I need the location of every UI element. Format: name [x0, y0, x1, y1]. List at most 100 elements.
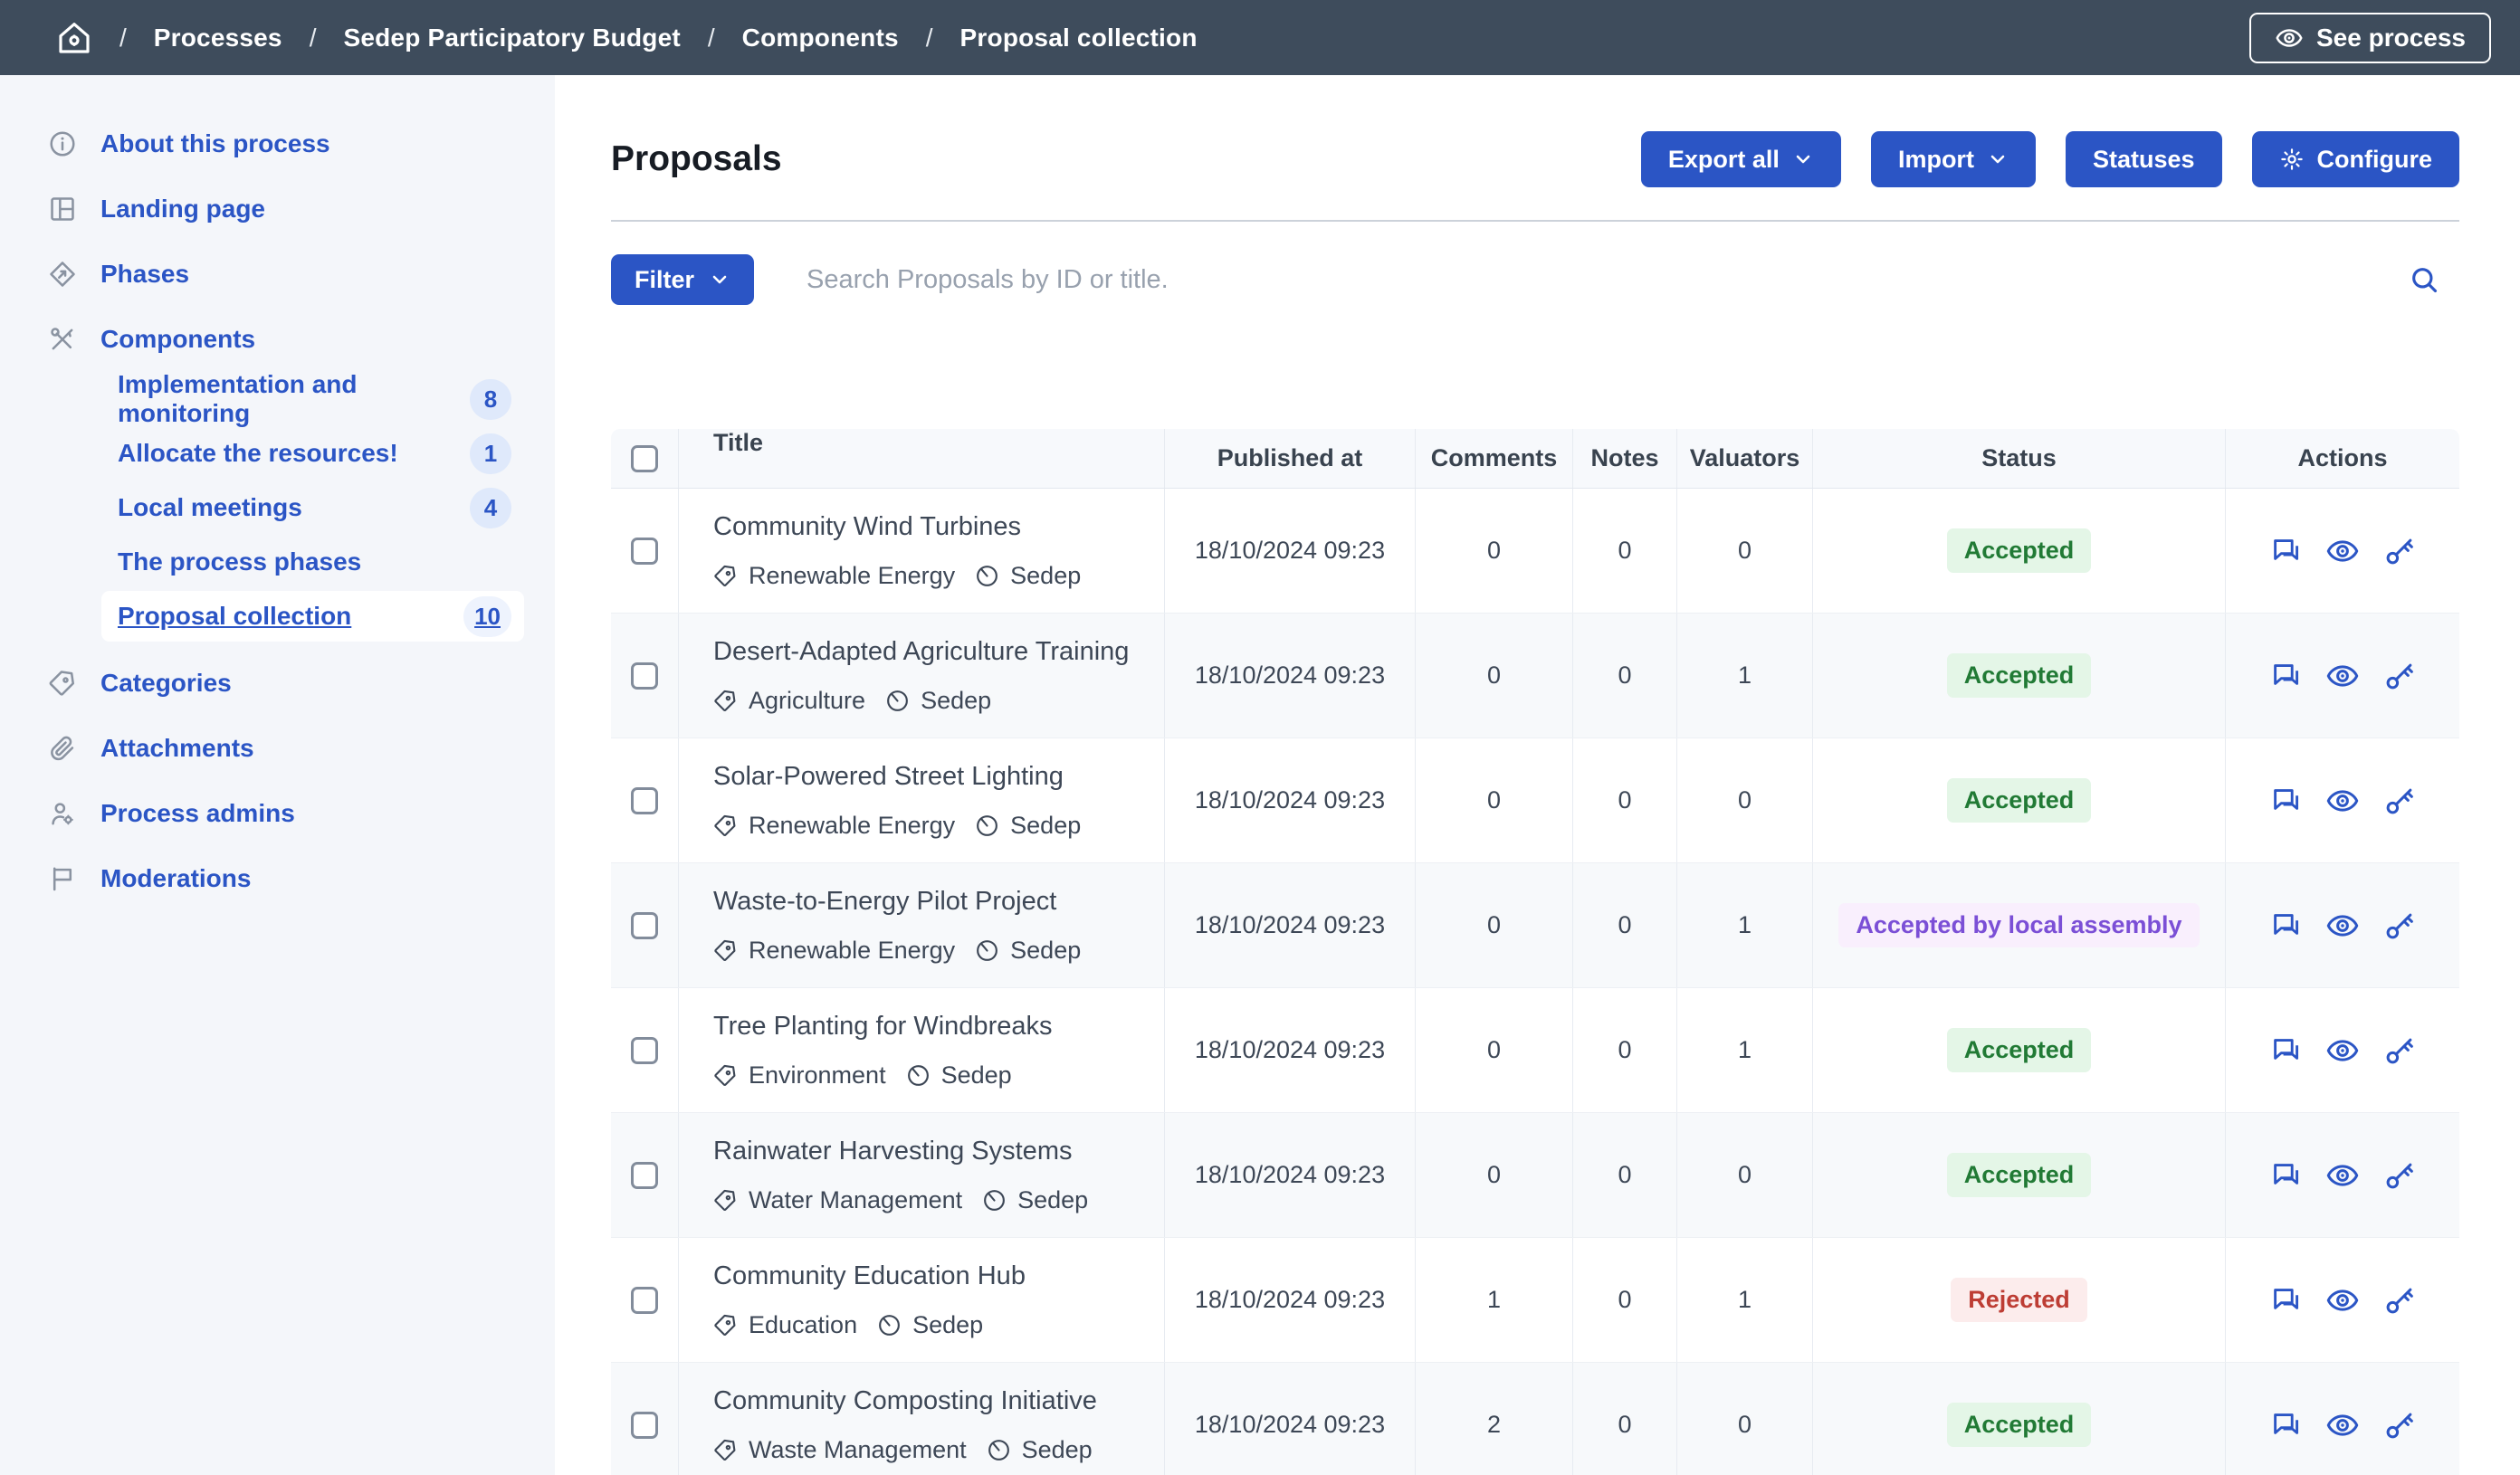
show-proposal-eye-icon[interactable] [2325, 1408, 2360, 1442]
table-row: Tree Planting for Windbreaks Environment… [611, 988, 2459, 1113]
permissions-key-icon[interactable] [2383, 535, 2416, 567]
scope-icon [877, 1313, 902, 1337]
comments-count-cell: 0 [1416, 1113, 1573, 1237]
proposal-title-link[interactable]: Solar-Powered Street Lighting [713, 762, 1064, 792]
proposal-category: Water Management [749, 1186, 962, 1214]
sidebar-item-phases[interactable]: Phases [0, 242, 555, 307]
row-select-cell [611, 738, 679, 862]
proposal-category: Renewable Energy [749, 812, 955, 840]
permissions-key-icon[interactable] [2383, 1034, 2416, 1067]
search-input[interactable] [807, 265, 2403, 295]
show-proposal-eye-icon[interactable] [2325, 909, 2360, 943]
proposal-title-cell: Tree Planting for Windbreaks Environment… [679, 988, 1165, 1112]
permissions-key-icon[interactable] [2383, 785, 2416, 817]
status-cell: Accepted [1813, 738, 2226, 862]
proposal-title-link[interactable]: Waste-to-Energy Pilot Project [713, 887, 1056, 917]
breadcrumb-components[interactable]: Components [742, 24, 899, 52]
tag-icon [713, 1063, 738, 1088]
breadcrumb-separator: / [708, 24, 715, 52]
show-proposal-eye-icon[interactable] [2325, 784, 2360, 818]
components-sub-list: Implementation and monitoring 8 Allocate… [0, 372, 555, 651]
status-badge: Accepted [1947, 653, 2092, 698]
scope-icon [885, 689, 910, 713]
select-all-checkbox[interactable] [631, 445, 658, 472]
sidebar-component-item[interactable]: Allocate the resources! 1 [101, 428, 524, 479]
export-all-button[interactable]: Export all [1641, 131, 1841, 187]
published-at-cell: 18/10/2024 09:23 [1165, 738, 1416, 862]
breadcrumb-process-name[interactable]: Sedep Participatory Budget [343, 24, 680, 52]
scope-icon [975, 814, 999, 838]
proposal-scope: Sedep [1010, 812, 1081, 840]
proposal-title-link[interactable]: Community Education Hub [713, 1261, 1026, 1291]
table-row: Waste-to-Energy Pilot Project Renewable … [611, 863, 2459, 988]
show-proposal-eye-icon[interactable] [2325, 1033, 2360, 1068]
proposal-meta: Environment Sedep [713, 1061, 1012, 1090]
answer-proposal-icon[interactable] [2269, 1409, 2302, 1442]
permissions-key-icon[interactable] [2383, 660, 2416, 692]
home-gear-icon[interactable] [56, 20, 92, 56]
answer-proposal-icon[interactable] [2269, 535, 2302, 567]
statuses-button[interactable]: Statuses [2066, 131, 2222, 187]
row-checkbox[interactable] [631, 912, 658, 939]
table-row: Community Composting Initiative Waste Ma… [611, 1363, 2459, 1475]
answer-proposal-icon[interactable] [2269, 785, 2302, 817]
answer-proposal-icon[interactable] [2269, 1159, 2302, 1192]
row-checkbox[interactable] [631, 662, 658, 690]
sidebar-item-about[interactable]: About this process [0, 111, 555, 176]
sidebar-component-item[interactable]: The process phases [101, 537, 524, 587]
search-icon[interactable] [2403, 259, 2445, 300]
proposal-title-link[interactable]: Rainwater Harvesting Systems [713, 1137, 1072, 1166]
filter-button[interactable]: Filter [611, 254, 754, 305]
row-checkbox[interactable] [631, 787, 658, 814]
proposal-title-link[interactable]: Community Composting Initiative [713, 1386, 1097, 1416]
column-status: Status [1813, 429, 2226, 488]
answer-proposal-icon[interactable] [2269, 1284, 2302, 1317]
see-process-label: See process [2316, 24, 2466, 52]
answer-proposal-icon[interactable] [2269, 1034, 2302, 1067]
published-at-cell: 18/10/2024 09:23 [1165, 1238, 1416, 1362]
proposal-category: Renewable Energy [749, 562, 955, 590]
breadcrumb-processes[interactable]: Processes [154, 24, 282, 52]
permissions-key-icon[interactable] [2383, 1284, 2416, 1317]
breadcrumb-separator: / [926, 24, 933, 52]
proposal-title-link[interactable]: Community Wind Turbines [713, 512, 1021, 542]
permissions-key-icon[interactable] [2383, 1159, 2416, 1192]
row-checkbox[interactable] [631, 1287, 658, 1314]
actions-cell [2226, 489, 2459, 613]
header-divider [611, 220, 2459, 222]
sidebar-item-landing-page[interactable]: Landing page [0, 176, 555, 242]
show-proposal-eye-icon[interactable] [2325, 1158, 2360, 1193]
sidebar-component-item[interactable]: Proposal collection 10 [101, 591, 524, 642]
permissions-key-icon[interactable] [2383, 1409, 2416, 1442]
valuators-count-cell: 0 [1677, 489, 1813, 613]
proposal-category: Renewable Energy [749, 937, 955, 965]
sidebar-item-process-admins[interactable]: Process admins [0, 781, 555, 846]
sidebar-item-components[interactable]: Components [0, 307, 555, 372]
configure-button[interactable]: Configure [2252, 131, 2460, 187]
sidebar-item-attachments[interactable]: Attachments [0, 716, 555, 781]
see-process-button[interactable]: See process [2249, 13, 2491, 63]
proposal-title-link[interactable]: Desert-Adapted Agriculture Training [713, 637, 1129, 667]
answer-proposal-icon[interactable] [2269, 660, 2302, 692]
proposal-meta: Renewable Energy Sedep [713, 562, 1081, 590]
answer-proposal-icon[interactable] [2269, 909, 2302, 942]
sidebar-component-item[interactable]: Implementation and monitoring 8 [101, 374, 524, 424]
sidebar-item-moderations[interactable]: Moderations [0, 846, 555, 911]
import-button[interactable]: Import [1871, 131, 2036, 187]
configure-label: Configure [2317, 146, 2433, 174]
show-proposal-eye-icon[interactable] [2325, 659, 2360, 693]
sidebar-item-categories[interactable]: Categories [0, 651, 555, 716]
permissions-key-icon[interactable] [2383, 909, 2416, 942]
sidebar-component-item[interactable]: Local meetings 4 [101, 482, 524, 533]
row-checkbox[interactable] [631, 538, 658, 565]
proposal-title-link[interactable]: Tree Planting for Windbreaks [713, 1012, 1052, 1042]
show-proposal-eye-icon[interactable] [2325, 534, 2360, 568]
proposal-meta: Education Sedep [713, 1311, 983, 1339]
comments-count-cell: 2 [1416, 1363, 1573, 1475]
row-checkbox[interactable] [631, 1037, 658, 1064]
row-checkbox[interactable] [631, 1162, 658, 1189]
show-proposal-eye-icon[interactable] [2325, 1283, 2360, 1318]
comments-count-cell: 0 [1416, 614, 1573, 738]
row-checkbox[interactable] [631, 1412, 658, 1439]
status-badge: Accepted [1947, 1403, 2092, 1447]
